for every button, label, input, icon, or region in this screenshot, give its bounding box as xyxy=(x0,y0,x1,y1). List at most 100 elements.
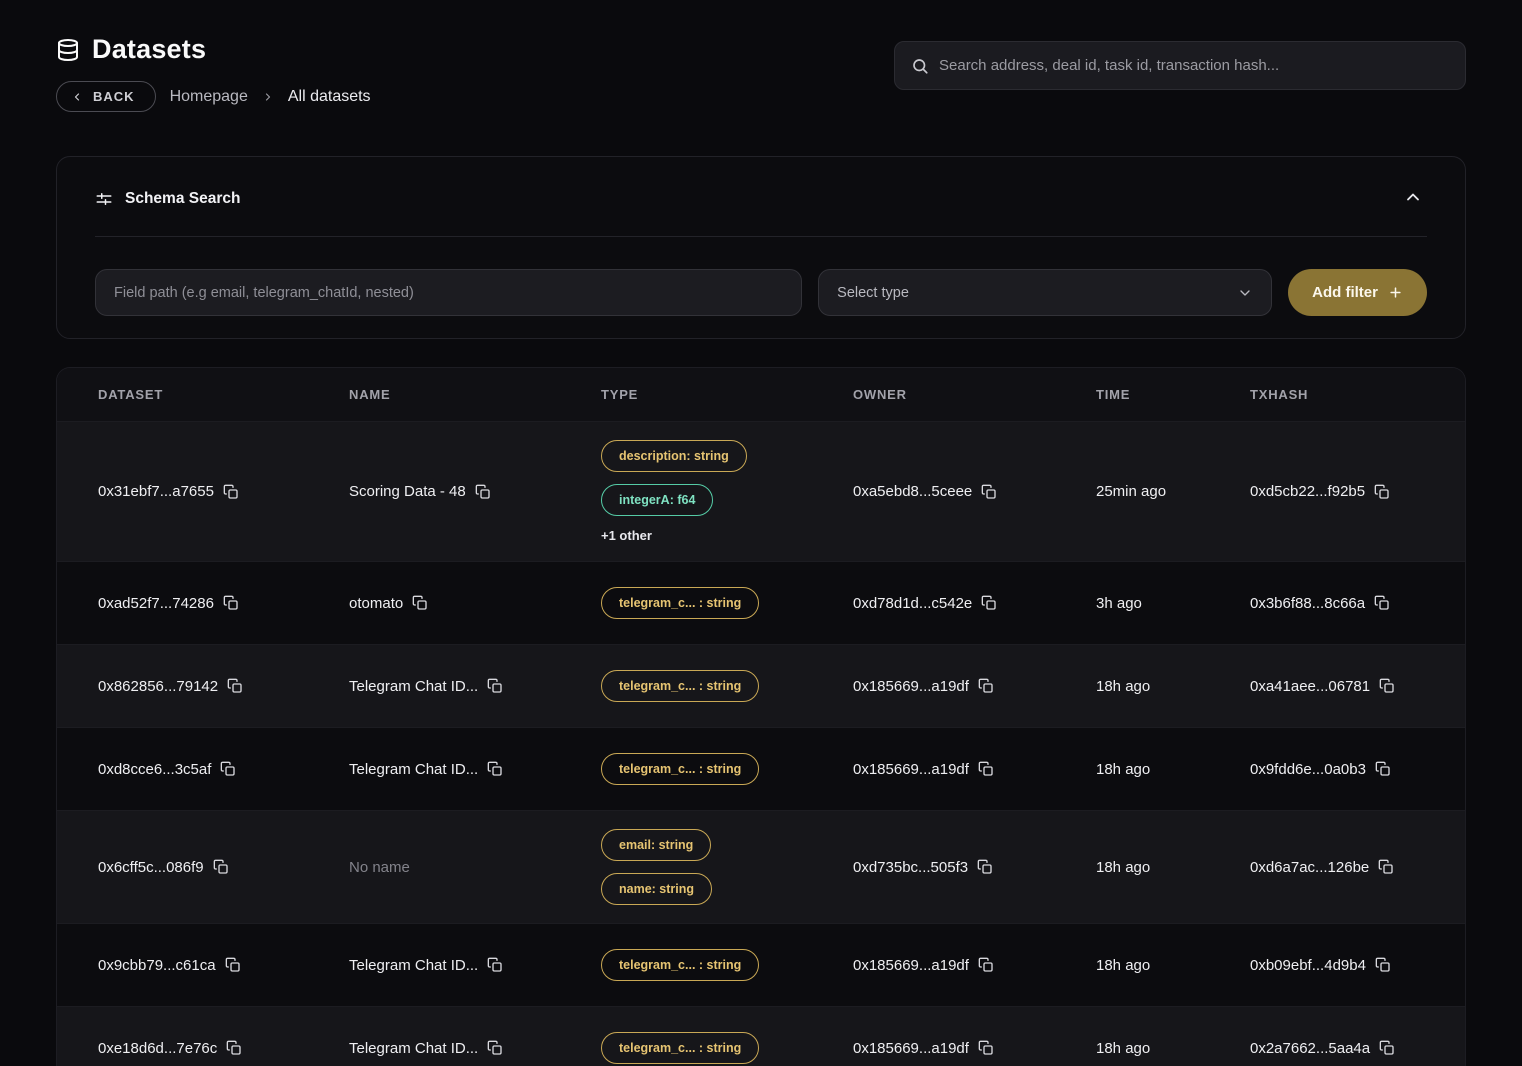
type-badge: telegram_c... : string xyxy=(601,949,759,981)
copy-icon[interactable] xyxy=(1379,1040,1395,1056)
copy-icon[interactable] xyxy=(1375,761,1391,777)
copy-icon[interactable] xyxy=(213,859,229,875)
dataset-id: 0x9cbb79...c61ca xyxy=(98,957,216,974)
copy-icon[interactable] xyxy=(1378,859,1394,875)
txhash-value: 0xd6a7ac...126be xyxy=(1250,859,1369,876)
owner-cell: 0x185669...a19df xyxy=(853,1026,1096,1066)
type-cell: telegram_c... : string xyxy=(601,1014,853,1066)
collapse-panel-button[interactable] xyxy=(1399,183,1427,214)
copy-icon[interactable] xyxy=(487,957,503,973)
txhash-value: 0x3b6f88...8c66a xyxy=(1250,595,1365,612)
type-cell: email: stringname: string xyxy=(601,811,853,923)
copy-icon[interactable] xyxy=(487,678,503,694)
breadcrumb-current: All datasets xyxy=(288,88,371,106)
chevron-down-icon xyxy=(1237,285,1253,301)
txhash-cell: 0x2a7662...5aa4a xyxy=(1250,1026,1465,1066)
sliders-icon xyxy=(95,190,113,208)
dataset-name: Telegram Chat ID... xyxy=(349,957,478,974)
column-header-name: NAME xyxy=(349,387,601,402)
dataset-id: 0xad52f7...74286 xyxy=(98,595,214,612)
dataset-name: otomato xyxy=(349,595,403,612)
time-value: 18h ago xyxy=(1096,1040,1150,1057)
copy-icon[interactable] xyxy=(223,484,239,500)
time-value: 18h ago xyxy=(1096,957,1150,974)
copy-icon[interactable] xyxy=(220,761,236,777)
time-cell: 18h ago xyxy=(1096,1026,1250,1066)
copy-icon[interactable] xyxy=(487,761,503,777)
dataset-name: Scoring Data - 48 xyxy=(349,483,466,500)
copy-icon[interactable] xyxy=(981,595,997,611)
table-row[interactable]: 0x6cff5c...086f9 No name email: stringna… xyxy=(57,810,1465,923)
type-badge: telegram_c... : string xyxy=(601,1032,759,1064)
dataset-cell: 0x31ebf7...a7655 xyxy=(98,469,349,514)
table-row[interactable]: 0x9cbb79...c61ca Telegram Chat ID... tel… xyxy=(57,923,1465,1006)
copy-icon[interactable] xyxy=(978,678,994,694)
field-path-input[interactable] xyxy=(95,269,802,316)
type-badge: description: string xyxy=(601,440,747,472)
txhash-value: 0xa41aee...06781 xyxy=(1250,678,1370,695)
schema-search-title: Schema Search xyxy=(125,190,240,208)
copy-icon[interactable] xyxy=(223,595,239,611)
search-input[interactable] xyxy=(939,57,1449,74)
owner-address: 0x185669...a19df xyxy=(853,1040,969,1057)
type-badge: name: string xyxy=(601,873,712,905)
type-badge: telegram_c... : string xyxy=(601,587,759,619)
copy-icon[interactable] xyxy=(978,1040,994,1056)
type-badge: telegram_c... : string xyxy=(601,753,759,785)
table-row[interactable]: 0xad52f7...74286 otomato telegram_c... :… xyxy=(57,561,1465,644)
type-badge: telegram_c... : string xyxy=(601,670,759,702)
copy-icon[interactable] xyxy=(475,484,491,500)
datasets-table: DATASET NAME TYPE OWNER TIME TXHASH 0x31… xyxy=(56,367,1466,1066)
copy-icon[interactable] xyxy=(227,678,243,694)
copy-icon[interactable] xyxy=(225,957,241,973)
page-title: Datasets xyxy=(92,34,206,65)
dataset-cell: 0xe18d6d...7e76c xyxy=(98,1026,349,1066)
owner-cell: 0x185669...a19df xyxy=(853,943,1096,988)
name-cell: No name xyxy=(349,845,601,890)
name-cell: Telegram Chat ID... xyxy=(349,943,601,988)
copy-icon[interactable] xyxy=(412,595,428,611)
back-button[interactable]: BACK xyxy=(56,81,156,112)
owner-address: 0x185669...a19df xyxy=(853,678,969,695)
owner-cell: 0xa5ebd8...5ceee xyxy=(853,469,1096,514)
time-value: 25min ago xyxy=(1096,483,1166,500)
txhash-cell: 0xd6a7ac...126be xyxy=(1250,845,1465,890)
breadcrumb-home[interactable]: Homepage xyxy=(170,88,248,106)
dataset-id: 0xd8cce6...3c5af xyxy=(98,761,211,778)
dataset-name: Telegram Chat ID... xyxy=(349,678,478,695)
title-block: Datasets BACK Homepage All datasets xyxy=(56,34,371,112)
table-row[interactable]: 0xd8cce6...3c5af Telegram Chat ID... tel… xyxy=(57,727,1465,810)
time-value: 3h ago xyxy=(1096,595,1142,612)
column-header-txhash: TXHASH xyxy=(1250,387,1465,402)
copy-icon[interactable] xyxy=(1379,678,1395,694)
copy-icon[interactable] xyxy=(487,1040,503,1056)
type-cell: description: stringintegerA: f64+1 other xyxy=(601,422,853,561)
copy-icon[interactable] xyxy=(977,859,993,875)
copy-icon[interactable] xyxy=(978,761,994,777)
copy-icon[interactable] xyxy=(978,957,994,973)
name-cell: Telegram Chat ID... xyxy=(349,747,601,792)
table-row[interactable]: 0xe18d6d...7e76c Telegram Chat ID... tel… xyxy=(57,1006,1465,1066)
more-types-label: +1 other xyxy=(601,528,652,543)
table-row[interactable]: 0x862856...79142 Telegram Chat ID... tel… xyxy=(57,644,1465,727)
owner-cell: 0xd735bc...505f3 xyxy=(853,845,1096,890)
add-filter-button[interactable]: Add filter xyxy=(1288,269,1427,316)
table-row[interactable]: 0x31ebf7...a7655 Scoring Data - 48 descr… xyxy=(57,421,1465,561)
copy-icon[interactable] xyxy=(226,1040,242,1056)
chevron-up-icon xyxy=(1403,187,1423,207)
table-header: DATASET NAME TYPE OWNER TIME TXHASH xyxy=(57,368,1465,421)
global-search[interactable] xyxy=(894,41,1466,90)
schema-search-panel: Schema Search Select type Add filter xyxy=(56,156,1466,339)
dataset-name: Telegram Chat ID... xyxy=(349,761,478,778)
time-value: 18h ago xyxy=(1096,859,1150,876)
chevron-left-icon xyxy=(71,91,83,103)
dataset-name: No name xyxy=(349,859,410,876)
type-select[interactable]: Select type xyxy=(818,269,1272,316)
copy-icon[interactable] xyxy=(981,484,997,500)
copy-icon[interactable] xyxy=(1374,484,1390,500)
plus-icon xyxy=(1388,285,1403,300)
dataset-cell: 0x6cff5c...086f9 xyxy=(98,845,349,890)
copy-icon[interactable] xyxy=(1374,595,1390,611)
type-cell: telegram_c... : string xyxy=(601,735,853,803)
copy-icon[interactable] xyxy=(1375,957,1391,973)
